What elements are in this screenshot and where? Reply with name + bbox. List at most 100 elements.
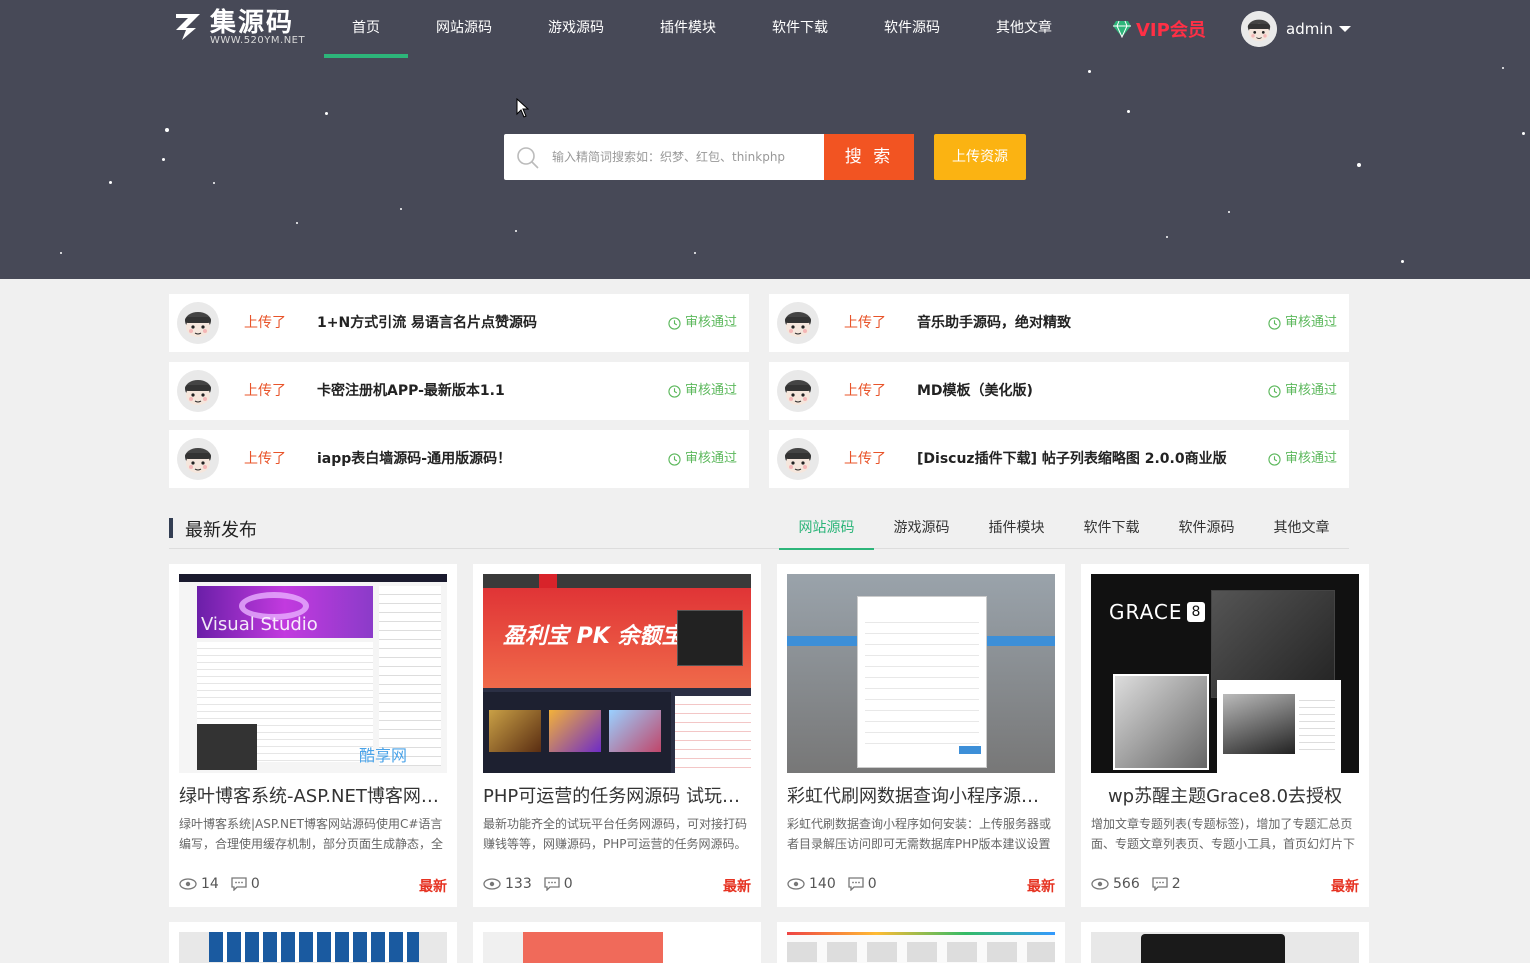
nav-item-other-articles[interactable]: 其他文章 [984,0,1064,58]
upload-item[interactable]: 上传了 1+N方式引流 易语言名片点赞源码 审核通过 [169,294,749,352]
card-thumbnail[interactable] [1091,932,1359,963]
section-header: 最新发布 网站源码 游戏源码 插件模块 软件下载 软件源码 其他文章 [169,508,1349,550]
tab-other-articles[interactable]: 其他文章 [1254,508,1349,549]
search-box [504,134,824,180]
comment-icon [544,877,560,891]
comment-count: 0 [250,876,260,892]
upload-title-link[interactable]: MD模板（美化版) [917,362,1033,420]
card-thumbnail[interactable]: GRACE 8 [1091,574,1359,773]
upload-action-label: 上传了 [844,315,886,331]
card-thumbnail[interactable]: Visual Studio 酷享网 [179,574,447,773]
site-logo[interactable]: 集源码 WWW.520YM.NET [172,8,306,48]
card-title[interactable]: PHP可运营的任务网源码 试玩平台 [483,782,751,808]
logo-mark-icon [176,14,200,40]
card-title[interactable]: 绿叶博客系统-ASP.NET博客网站源码 [179,782,447,808]
card-title[interactable]: wp苏醒主题Grace8.0去授权 [1091,782,1359,808]
tab-software-download[interactable]: 软件下载 [1064,508,1159,549]
tab-software-source[interactable]: 软件源码 [1159,508,1254,549]
star-decoration [1357,163,1361,167]
resource-card[interactable]: 盈利宝 PK 余额宝 PHP可运营的任务网源码 试玩平台 最新功能齐全的试玩平台… [473,564,761,907]
nav-item-software-download[interactable]: 软件下载 [760,0,840,58]
star-decoration [296,222,298,224]
diamond-icon [1113,20,1131,38]
new-badge: 最新 [1331,879,1359,895]
resource-card[interactable]: GRACE 8 wp苏醒主题Grace8.0去授权 增加文章专题列表(专题标签)… [1081,564,1369,907]
upload-title-link[interactable]: iapp表白墙源码-通用版源码！ [317,430,511,488]
thumb-version: 8 [1187,602,1205,622]
review-status-text: 审核通过 [684,451,737,466]
nav-item-home[interactable]: 首页 [324,0,408,58]
star-decoration [325,112,328,115]
upload-action-label: 上传了 [244,451,286,467]
resource-card[interactable] [169,922,457,963]
review-status: 审核通过 [668,430,737,488]
comment-count: 0 [563,876,573,892]
search-button[interactable]: 搜 索 [824,134,914,180]
nav-item-plugins[interactable]: 插件模块 [648,0,728,58]
card-thumbnail[interactable] [483,932,751,963]
vip-link[interactable]: VIP会员 [1112,16,1206,42]
section-accent-bar [169,518,173,538]
comment-count: 0 [867,876,877,892]
nav-item-website-source[interactable]: 网站源码 [424,0,504,58]
upload-title-link[interactable]: 音乐助手源码，绝对精致 [917,294,1071,352]
avatar [1241,11,1277,47]
review-status-text: 审核通过 [1284,383,1337,398]
clock-icon [668,452,681,466]
vip-label: VIP会员 [1136,20,1206,41]
upload-title-link[interactable]: 1+N方式引流 易语言名片点赞源码 [317,294,537,352]
resource-card[interactable] [777,922,1065,963]
avatar [777,370,819,412]
logo-subtext: WWW.520YM.NET [210,35,306,46]
card-thumbnail[interactable] [179,932,447,963]
review-status: 审核通过 [1268,362,1337,420]
comment-icon [231,877,247,891]
view-count: 566 [1113,876,1140,892]
resource-card[interactable]: Visual Studio 酷享网 绿叶博客系统-ASP.NET博客网站源码 绿… [169,564,457,907]
tab-website-source[interactable]: 网站源码 [779,508,874,550]
upload-item[interactable]: 上传了 iapp表白墙源码-通用版源码！ 审核通过 [169,430,749,488]
nav-item-software-source[interactable]: 软件源码 [872,0,952,58]
upload-action-label: 上传了 [844,451,886,467]
upload-resource-button[interactable]: 上传资源 [934,134,1026,180]
avatar [177,438,219,480]
review-status: 审核通过 [1268,430,1337,488]
view-count: 14 [201,876,219,892]
search-input[interactable] [552,134,820,180]
clock-icon [1268,452,1281,466]
logo-text: 集源码 [210,8,295,38]
star-decoration [165,128,169,132]
resource-card[interactable]: 彩虹代刷网数据查询小程序源码分享 彩虹代刷数据查询小程序如何安装：上传服务器或者… [777,564,1065,907]
avatar [777,438,819,480]
upload-item[interactable]: 上传了 卡密注册机APP-最新版本1.1 审核通过 [169,362,749,420]
upload-item[interactable]: 上传了 音乐助手源码，绝对精致 审核通过 [769,294,1349,352]
tab-game-source[interactable]: 游戏源码 [874,508,969,549]
eye-icon [1091,878,1109,890]
card-thumbnail[interactable]: 盈利宝 PK 余额宝 [483,574,751,773]
star-decoration [694,252,696,254]
section-title: 最新发布 [185,520,257,541]
resource-card[interactable] [473,922,761,963]
thumb-label: 盈利宝 PK 余额宝 [503,624,684,649]
upload-title-link[interactable]: 卡密注册机APP-最新版本1.1 [317,362,505,420]
upload-title-link[interactable]: [Discuz插件下载] 帖子列表缩略图 2.0.0商业版 [917,430,1227,488]
tab-plugins[interactable]: 插件模块 [969,508,1064,549]
user-menu[interactable]: admin [1241,11,1351,47]
card-thumbnail[interactable] [787,574,1055,773]
resource-card[interactable] [1081,922,1369,963]
card-description: 绿叶博客系统|ASP.NET博客网站源码使用C#语言编写，合理使用缓存机制，部分… [179,817,444,851]
upload-item[interactable]: 上传了 [Discuz插件下载] 帖子列表缩略图 2.0.0商业版 审核通过 [769,430,1349,488]
eye-icon [787,878,805,890]
star-decoration [400,208,402,210]
upload-item[interactable]: 上传了 MD模板（美化版) 审核通过 [769,362,1349,420]
nav-item-game-source[interactable]: 游戏源码 [536,0,616,58]
review-status-text: 审核通过 [1284,451,1337,466]
mouse-cursor-icon [516,98,530,118]
upload-action-label: 上传了 [844,383,886,399]
card-thumbnail[interactable] [787,932,1055,963]
card-title[interactable]: 彩虹代刷网数据查询小程序源码分享 [787,782,1055,808]
star-decoration [1228,211,1230,213]
star-decoration [162,158,165,161]
upload-action-label: 上传了 [244,315,286,331]
new-badge: 最新 [723,879,751,895]
